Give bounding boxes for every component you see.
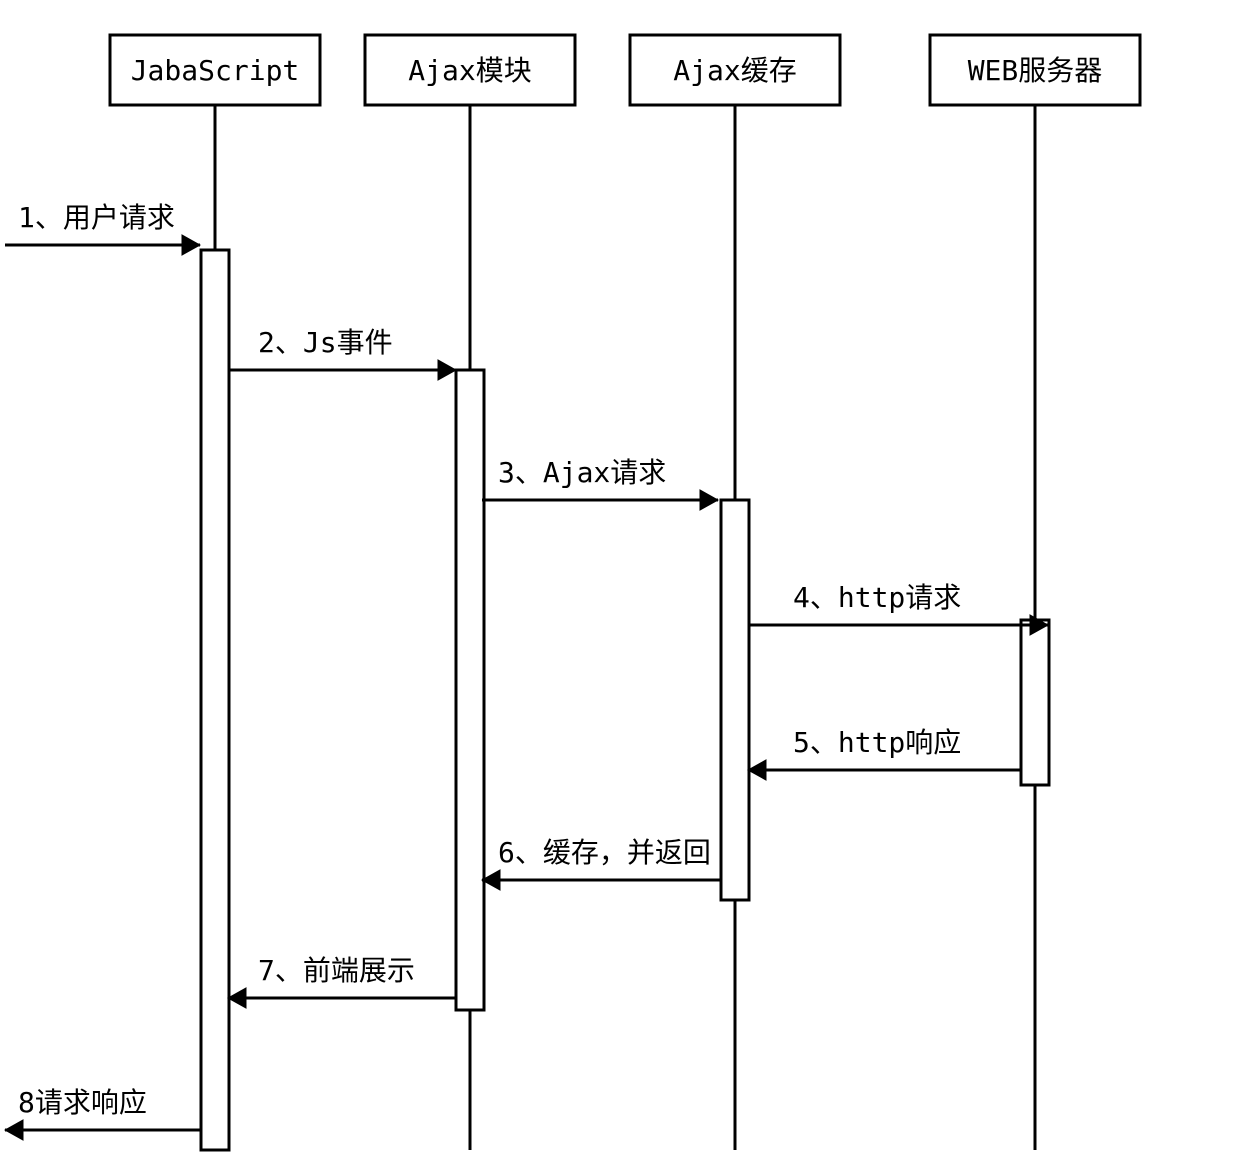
arrowhead-icon — [438, 360, 456, 380]
activation-bar — [721, 500, 749, 900]
message-label: 6、缓存，并返回 — [498, 836, 711, 869]
message-label: 7、前端展示 — [258, 954, 415, 987]
participant-label: Ajax缓存 — [673, 54, 796, 87]
activation-bar — [201, 250, 229, 1150]
arrowhead-icon — [748, 760, 766, 780]
message-label: 3、Ajax请求 — [498, 456, 666, 489]
activation-bar — [1021, 620, 1049, 785]
sequence-diagram: JabaScript Ajax模块 Ajax缓存 WEB服务器 1、用户请求 2、Js事件… — [0, 0, 1240, 1159]
participant-label: JabaScript — [131, 54, 300, 87]
message-label: 8请求响应 — [18, 1086, 147, 1119]
arrowhead-icon — [5, 1120, 23, 1140]
arrowhead-icon — [700, 490, 718, 510]
activation-bar — [456, 370, 484, 1010]
message-label: 5、http响应 — [793, 726, 961, 759]
message-label: 1、用户请求 — [18, 201, 175, 234]
message-label: 4、http请求 — [793, 581, 961, 614]
message-label: 2、Js事件 — [258, 326, 393, 359]
participant-label: Ajax模块 — [408, 54, 531, 87]
arrowhead-icon — [228, 988, 246, 1008]
arrowhead-icon — [182, 235, 200, 255]
participant-label: WEB服务器 — [968, 54, 1103, 87]
